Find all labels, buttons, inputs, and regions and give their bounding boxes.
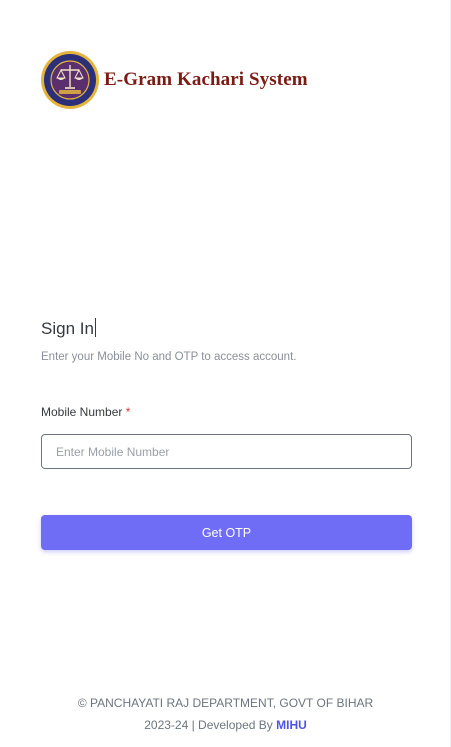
scales-of-justice-emblem-icon xyxy=(41,51,99,109)
footer-credits-text: 2023-24 | Developed By xyxy=(144,718,273,732)
mobile-number-label: Mobile Number * xyxy=(41,405,130,419)
mobile-number-label-text: Mobile Number xyxy=(41,405,123,419)
signin-subtitle: Enter your Mobile No and OTP to access a… xyxy=(41,351,297,363)
mobile-number-input[interactable] xyxy=(41,434,412,469)
signin-heading-text: Sign In xyxy=(41,319,94,338)
developer-link[interactable]: MIHU xyxy=(276,718,307,732)
app-title: E-Gram Kachari System xyxy=(104,69,308,90)
footer-copyright: © PANCHAYATI RAJ DEPARTMENT, GOVT OF BIH… xyxy=(77,696,374,710)
footer: © PANCHAYATI RAJ DEPARTMENT, GOVT OF BIH… xyxy=(0,692,451,736)
signin-heading: Sign In xyxy=(41,318,96,339)
footer-credits: 2023-24 | Developed By MIHU xyxy=(0,714,451,736)
brand-header: E-Gram Kachari System xyxy=(40,50,308,110)
get-otp-button[interactable]: Get OTP xyxy=(41,515,412,550)
text-caret xyxy=(94,318,96,337)
required-mark: * xyxy=(125,405,131,419)
